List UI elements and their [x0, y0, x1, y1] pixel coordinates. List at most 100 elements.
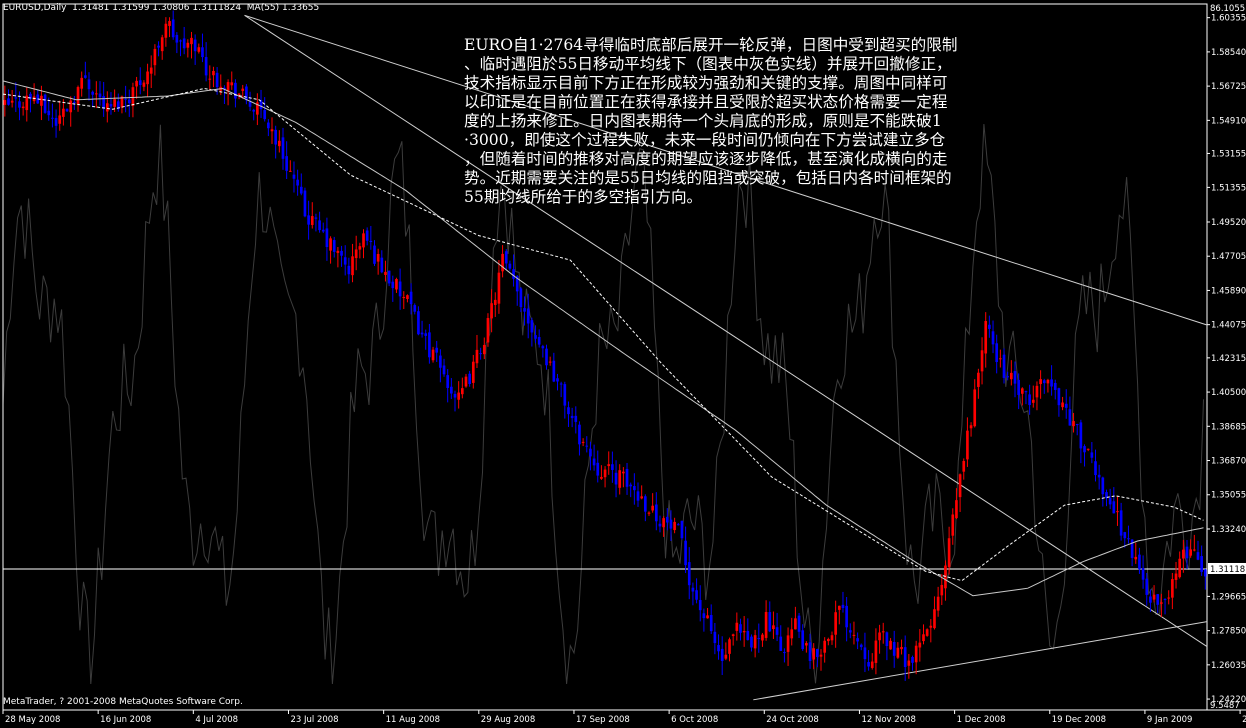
candle-body [314, 217, 318, 219]
candle-body [805, 643, 808, 646]
candle-body [109, 104, 113, 107]
x-tick-label: 29 Aug 2008 [481, 715, 535, 725]
candle-body [329, 238, 332, 251]
candle-body [138, 80, 142, 86]
candle-body [351, 256, 354, 276]
candle-body [395, 278, 398, 290]
candle-body [292, 174, 296, 179]
candle-body [567, 407, 570, 415]
candle-body [1185, 546, 1189, 559]
candle-body [739, 624, 742, 633]
candle-body [1108, 497, 1112, 505]
candle-body [559, 383, 563, 385]
candle-body [1031, 399, 1035, 403]
candle-body [933, 609, 936, 629]
candle-body [237, 93, 241, 95]
candle-body [274, 129, 277, 145]
candle-body [1145, 578, 1149, 595]
candle-body [65, 108, 69, 112]
candle-body [131, 87, 135, 107]
candle-body [113, 99, 116, 107]
candle-body [504, 251, 508, 264]
candle-body [358, 246, 362, 250]
candle-body [1068, 409, 1072, 426]
candle-body [772, 625, 775, 630]
candle-body [537, 337, 541, 345]
candle-body [230, 82, 234, 86]
candle-body [1156, 594, 1160, 605]
candle-body [365, 230, 369, 241]
candle-body [270, 129, 274, 132]
y-tick-label: 1.53155 [1211, 149, 1246, 159]
y-tick-label: 1.33240 [1211, 525, 1246, 535]
candle-body [757, 637, 761, 639]
candle-body [193, 39, 197, 52]
candle-body [698, 600, 702, 611]
candle-body [406, 295, 409, 299]
candle-body [589, 448, 592, 457]
candle-body [1182, 549, 1185, 559]
candle-body [201, 47, 204, 58]
candle-body [991, 331, 995, 345]
comment-line: 势。近期需要关注的是55日均线的阻挡或突破，包括日内各时间框架的 [464, 169, 952, 187]
candle-body [1013, 371, 1017, 384]
chart-header: EURUSD,Daily 1.31481 1.31599 1.30806 1.3… [3, 3, 319, 13]
y-tick-label: 1.56725 [1211, 82, 1246, 92]
candle-body [1203, 569, 1207, 577]
candle-body [73, 101, 76, 103]
candle-body [43, 94, 47, 113]
candle-body [40, 95, 43, 106]
candle-body [622, 471, 625, 474]
candle-body [332, 240, 336, 252]
candle-body [644, 496, 647, 512]
y-axis-bottom-label: 9.5487 [1210, 701, 1240, 711]
candle-body [197, 47, 201, 52]
candle-body [728, 639, 731, 654]
candle-body [669, 519, 673, 529]
candle-body [3, 100, 7, 105]
oscillator-layer [2, 123, 1204, 685]
candle-body [95, 93, 98, 95]
candle-body [398, 281, 402, 297]
y-tick-label: 1.47705 [1211, 252, 1246, 262]
candle-body [186, 42, 190, 48]
candle-body [1083, 446, 1086, 453]
copyright-text: MetaTrader, ? 2001-2008 MetaQuotes Softw… [3, 697, 243, 707]
candle-body [47, 110, 51, 116]
candle-body [1020, 388, 1024, 394]
candle-body [548, 361, 552, 363]
candle-body [1171, 579, 1174, 598]
candle-body [387, 270, 391, 284]
candle-body [731, 634, 735, 637]
candle-body [1064, 403, 1068, 408]
candle-body [343, 257, 347, 265]
candle-body [676, 524, 680, 526]
candle-body [417, 311, 420, 335]
candle-body [706, 615, 709, 619]
candle-body [903, 647, 907, 667]
candle-body [428, 332, 431, 358]
candle-body [157, 45, 160, 48]
comment-line: ·3000，即使这个过程失败，未来一段时间仍倾向在下方尝试建立多仓 [464, 131, 946, 149]
candle-body [7, 98, 10, 105]
candle-body [1141, 568, 1145, 580]
candle-body [1193, 549, 1196, 551]
y-tick-label: 1.49520 [1211, 218, 1246, 228]
candle-body [830, 635, 834, 641]
candle-body [215, 72, 219, 88]
candle-body [1057, 388, 1061, 406]
candle-body [724, 654, 728, 659]
candle-body [742, 631, 746, 633]
candle-body [252, 109, 256, 112]
candle-body [439, 355, 442, 368]
candle-body [288, 170, 292, 172]
candle-body [51, 117, 54, 119]
candle-body [482, 344, 486, 355]
x-tick-label: 6 Oct 2008 [671, 715, 718, 725]
candle-body [856, 638, 859, 642]
candle-body [596, 462, 600, 476]
candle-body [263, 110, 267, 120]
candle-body [336, 250, 340, 253]
candle-body [1050, 379, 1053, 387]
candle-body [1119, 510, 1123, 536]
